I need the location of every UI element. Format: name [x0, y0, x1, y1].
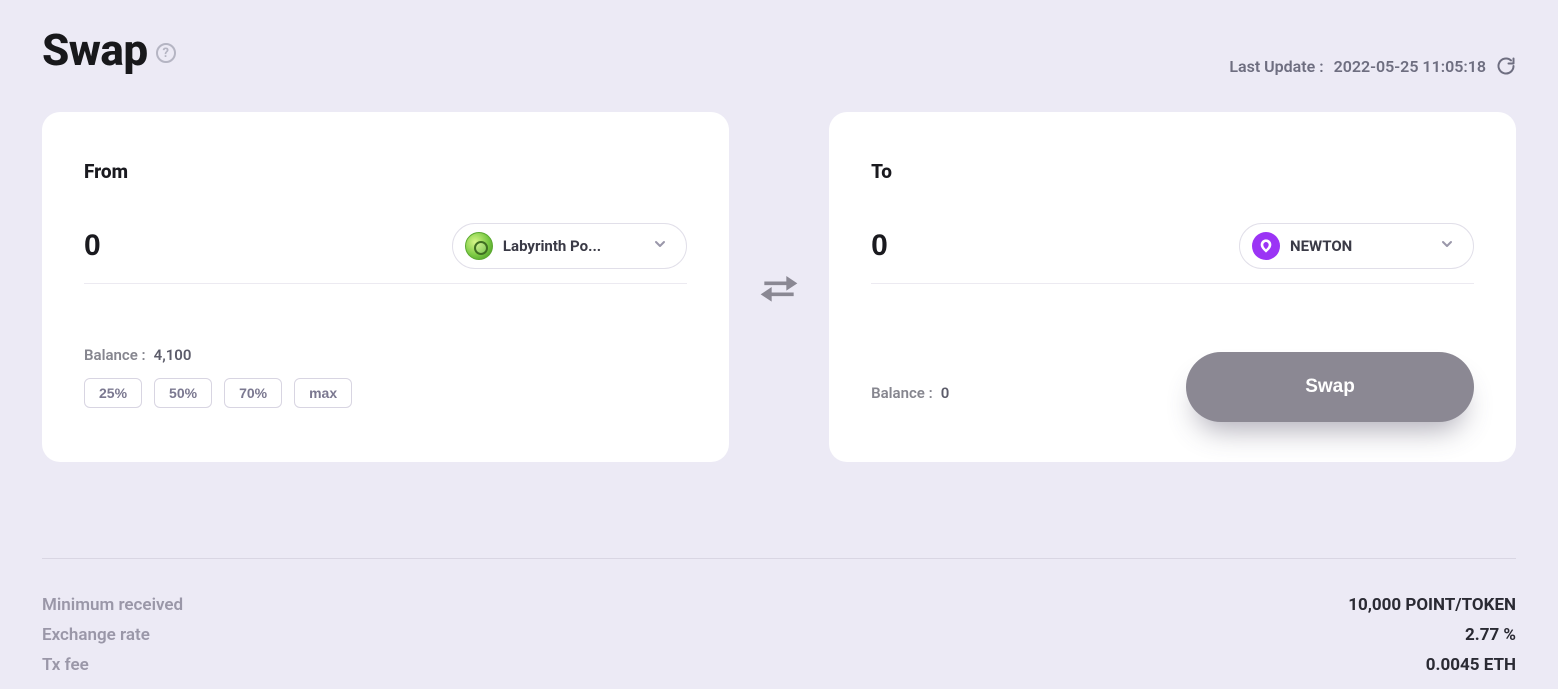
from-token-name: Labyrinth Po...	[503, 237, 642, 255]
min-received-value: 10,000 POINT/TOKEN	[1348, 595, 1516, 615]
chevron-down-icon	[652, 236, 668, 256]
help-icon[interactable]: ?	[156, 43, 176, 63]
to-amount-input[interactable]	[871, 229, 1071, 263]
min-received-label: Minimum received	[42, 595, 183, 615]
from-balance-label: Balance :	[84, 346, 146, 364]
to-token-name: NEWTON	[1290, 237, 1429, 255]
to-card: To NEWTON Balance : 0 Swap	[829, 112, 1516, 462]
chevron-down-icon	[1439, 236, 1455, 256]
refresh-icon[interactable]	[1496, 56, 1516, 76]
page-title: Swap	[42, 24, 148, 76]
newton-token-icon	[1252, 232, 1280, 260]
from-amount-input[interactable]	[84, 229, 284, 263]
tx-fee-label: Tx fee	[42, 655, 89, 675]
from-balance-value: 4,100	[154, 346, 192, 364]
pct-max-button[interactable]: max	[294, 378, 352, 408]
swap-direction-button[interactable]	[729, 265, 829, 309]
section-divider	[42, 558, 1516, 559]
exchange-rate-value: 2.77 %	[1465, 625, 1516, 645]
pct-50-button[interactable]: 50%	[154, 378, 212, 408]
to-token-select[interactable]: NEWTON	[1239, 223, 1474, 269]
to-balance-label: Balance :	[871, 384, 933, 402]
pct-70-button[interactable]: 70%	[224, 378, 282, 408]
swap-button[interactable]: Swap	[1186, 352, 1474, 422]
to-balance-value: 0	[941, 384, 950, 402]
to-label: To	[871, 160, 1474, 183]
last-update-value: 2022-05-25 11:05:18	[1334, 57, 1486, 76]
from-label: From	[84, 160, 687, 183]
pct-25-button[interactable]: 25%	[84, 378, 142, 408]
from-token-select[interactable]: Labyrinth Po...	[452, 223, 687, 269]
last-update-label: Last Update :	[1229, 57, 1323, 76]
labyrinth-token-icon	[465, 232, 493, 260]
swap-details: Minimum received 10,000 POINT/TOKEN Exch…	[42, 595, 1516, 675]
from-card: From Labyrinth Po... Balance : 4,100 25%…	[42, 112, 729, 462]
tx-fee-value: 0.0045 ETH	[1426, 655, 1516, 675]
exchange-rate-label: Exchange rate	[42, 625, 150, 645]
